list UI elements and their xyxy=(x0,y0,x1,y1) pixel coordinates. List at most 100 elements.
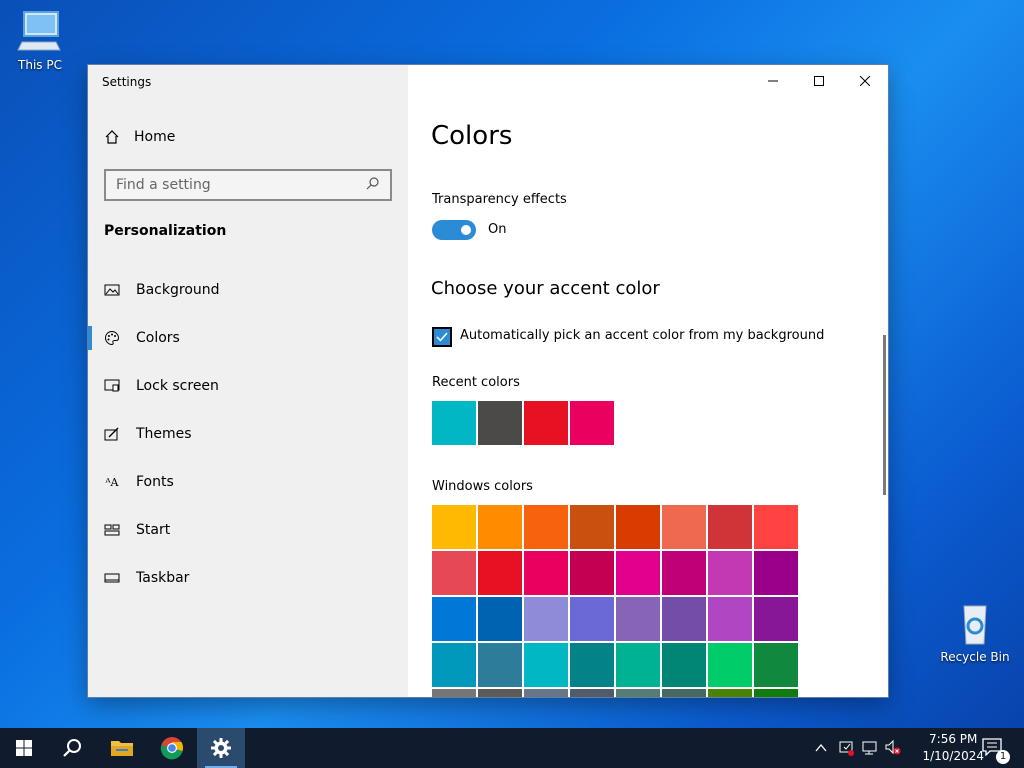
windows-color-swatch[interactable] xyxy=(616,505,660,549)
recent-color-swatch[interactable] xyxy=(478,401,522,445)
windows-color-swatch[interactable] xyxy=(478,505,522,549)
computer-icon xyxy=(16,10,64,54)
sidebar-item-taskbar[interactable]: Taskbar xyxy=(88,554,408,602)
sidebar-item-label: Background xyxy=(136,282,220,298)
windows-color-swatch[interactable] xyxy=(708,643,752,687)
home-link[interactable]: Home xyxy=(104,129,175,145)
volume-muted-icon[interactable] xyxy=(884,739,902,761)
windows-color-swatch[interactable] xyxy=(524,505,568,549)
windows-color-swatch[interactable] xyxy=(478,551,522,595)
windows-color-swatch[interactable] xyxy=(708,505,752,549)
checkmark-icon xyxy=(436,332,448,342)
sidebar-item-themes[interactable]: Themes xyxy=(88,410,408,458)
windows-color-swatch[interactable] xyxy=(662,689,706,697)
start-button[interactable] xyxy=(0,728,48,768)
minimize-button[interactable] xyxy=(750,65,796,97)
minimize-icon xyxy=(768,80,778,82)
windows-color-swatch[interactable] xyxy=(616,643,660,687)
desktop-icon-label: This PC xyxy=(18,58,62,72)
recycle-bin-icon xyxy=(951,602,999,646)
clock-time: 7:56 PM xyxy=(929,732,978,746)
windows-color-swatch[interactable] xyxy=(754,597,798,641)
windows-color-swatch[interactable] xyxy=(616,597,660,641)
sidebar-item-label: Themes xyxy=(136,426,192,442)
windows-color-swatch[interactable] xyxy=(708,551,752,595)
sidebar-item-background[interactable]: Background xyxy=(88,266,408,314)
sidebar-item-label: Fonts xyxy=(136,474,174,490)
gear-icon xyxy=(211,738,231,758)
windows-color-swatch[interactable] xyxy=(708,597,752,641)
desktop-icon-recycle-bin[interactable]: Recycle Bin xyxy=(935,602,1015,664)
windows-color-swatch[interactable] xyxy=(754,643,798,687)
windows-color-swatch[interactable] xyxy=(570,689,614,697)
chrome-button[interactable] xyxy=(148,728,196,768)
windows-color-swatch[interactable] xyxy=(432,689,476,697)
sidebar-item-fonts[interactable]: ᴬA Fonts xyxy=(88,458,408,506)
windows-color-swatch[interactable] xyxy=(754,689,798,697)
windows-color-swatch[interactable] xyxy=(478,597,522,641)
maximize-button[interactable] xyxy=(796,65,842,97)
windows-color-swatch[interactable] xyxy=(616,551,660,595)
scrollbar[interactable] xyxy=(883,335,886,495)
windows-color-swatch[interactable] xyxy=(662,643,706,687)
desktop-icon-label: Recycle Bin xyxy=(940,650,1010,664)
sidebar-item-start[interactable]: Start xyxy=(88,506,408,554)
recent-color-swatch[interactable] xyxy=(524,401,568,445)
windows-color-swatch[interactable] xyxy=(524,689,568,697)
sidebar-item-colors[interactable]: Colors xyxy=(88,314,408,362)
settings-button[interactable] xyxy=(197,728,245,768)
auto-accent-checkbox[interactable] xyxy=(432,327,452,347)
windows-color-swatch[interactable] xyxy=(478,643,522,687)
close-button[interactable] xyxy=(842,65,888,97)
picture-icon xyxy=(104,282,120,298)
recent-color-swatch[interactable] xyxy=(570,401,614,445)
search-box[interactable] xyxy=(104,169,392,201)
notification-center-button[interactable]: 1 xyxy=(982,738,1010,764)
fonts-icon: ᴬA xyxy=(105,475,119,489)
windows-color-swatch[interactable] xyxy=(754,505,798,549)
windows-color-swatch[interactable] xyxy=(524,597,568,641)
file-explorer-button[interactable] xyxy=(98,728,146,768)
taskbar: 7:56 PM 1/10/2024 1 xyxy=(0,728,1024,768)
windows-color-swatch[interactable] xyxy=(570,551,614,595)
windows-color-swatch[interactable] xyxy=(478,689,522,697)
transparency-label: Transparency effects xyxy=(432,192,567,207)
home-label: Home xyxy=(134,129,176,145)
search-icon[interactable] xyxy=(366,176,380,194)
windows-color-swatch[interactable] xyxy=(708,689,752,697)
recent-color-swatch[interactable] xyxy=(432,401,476,445)
windows-color-swatch[interactable] xyxy=(524,551,568,595)
windows-color-swatch[interactable] xyxy=(662,551,706,595)
windows-color-swatch[interactable] xyxy=(432,643,476,687)
windows-color-swatch[interactable] xyxy=(432,597,476,641)
search-button[interactable] xyxy=(48,728,96,768)
windows-color-swatch[interactable] xyxy=(616,689,660,697)
transparency-toggle[interactable] xyxy=(432,220,476,240)
close-icon xyxy=(860,76,870,86)
lock-screen-icon xyxy=(104,378,120,394)
windows-color-swatch[interactable] xyxy=(570,505,614,549)
windows-color-swatch[interactable] xyxy=(432,505,476,549)
settings-window: Settings Home Personalization Background xyxy=(88,65,888,697)
clock[interactable]: 7:56 PM 1/10/2024 xyxy=(922,731,984,765)
windows-color-swatch[interactable] xyxy=(570,643,614,687)
sidebar-item-lock-screen[interactable]: Lock screen xyxy=(88,362,408,410)
chrome-icon xyxy=(160,737,184,760)
windows-color-swatch[interactable] xyxy=(662,597,706,641)
windows-color-swatch[interactable] xyxy=(524,643,568,687)
windows-colors-viewport xyxy=(432,505,812,697)
network-icon[interactable] xyxy=(862,739,880,761)
auto-accent-label: Automatically pick an accent color from … xyxy=(460,328,825,343)
tray-chevron-icon[interactable] xyxy=(814,740,828,759)
windows-color-swatch[interactable] xyxy=(432,551,476,595)
sidebar: Settings Home Personalization Background xyxy=(88,65,408,697)
recent-colors-label: Recent colors xyxy=(432,375,520,390)
windows-color-swatch[interactable] xyxy=(662,505,706,549)
windows-logo-icon xyxy=(16,740,32,756)
palette-icon xyxy=(104,330,120,346)
windows-color-swatch[interactable] xyxy=(754,551,798,595)
desktop-icon-this-pc[interactable]: This PC xyxy=(0,10,80,72)
search-input[interactable] xyxy=(116,177,366,193)
windows-color-swatch[interactable] xyxy=(570,597,614,641)
security-icon[interactable] xyxy=(838,739,856,761)
